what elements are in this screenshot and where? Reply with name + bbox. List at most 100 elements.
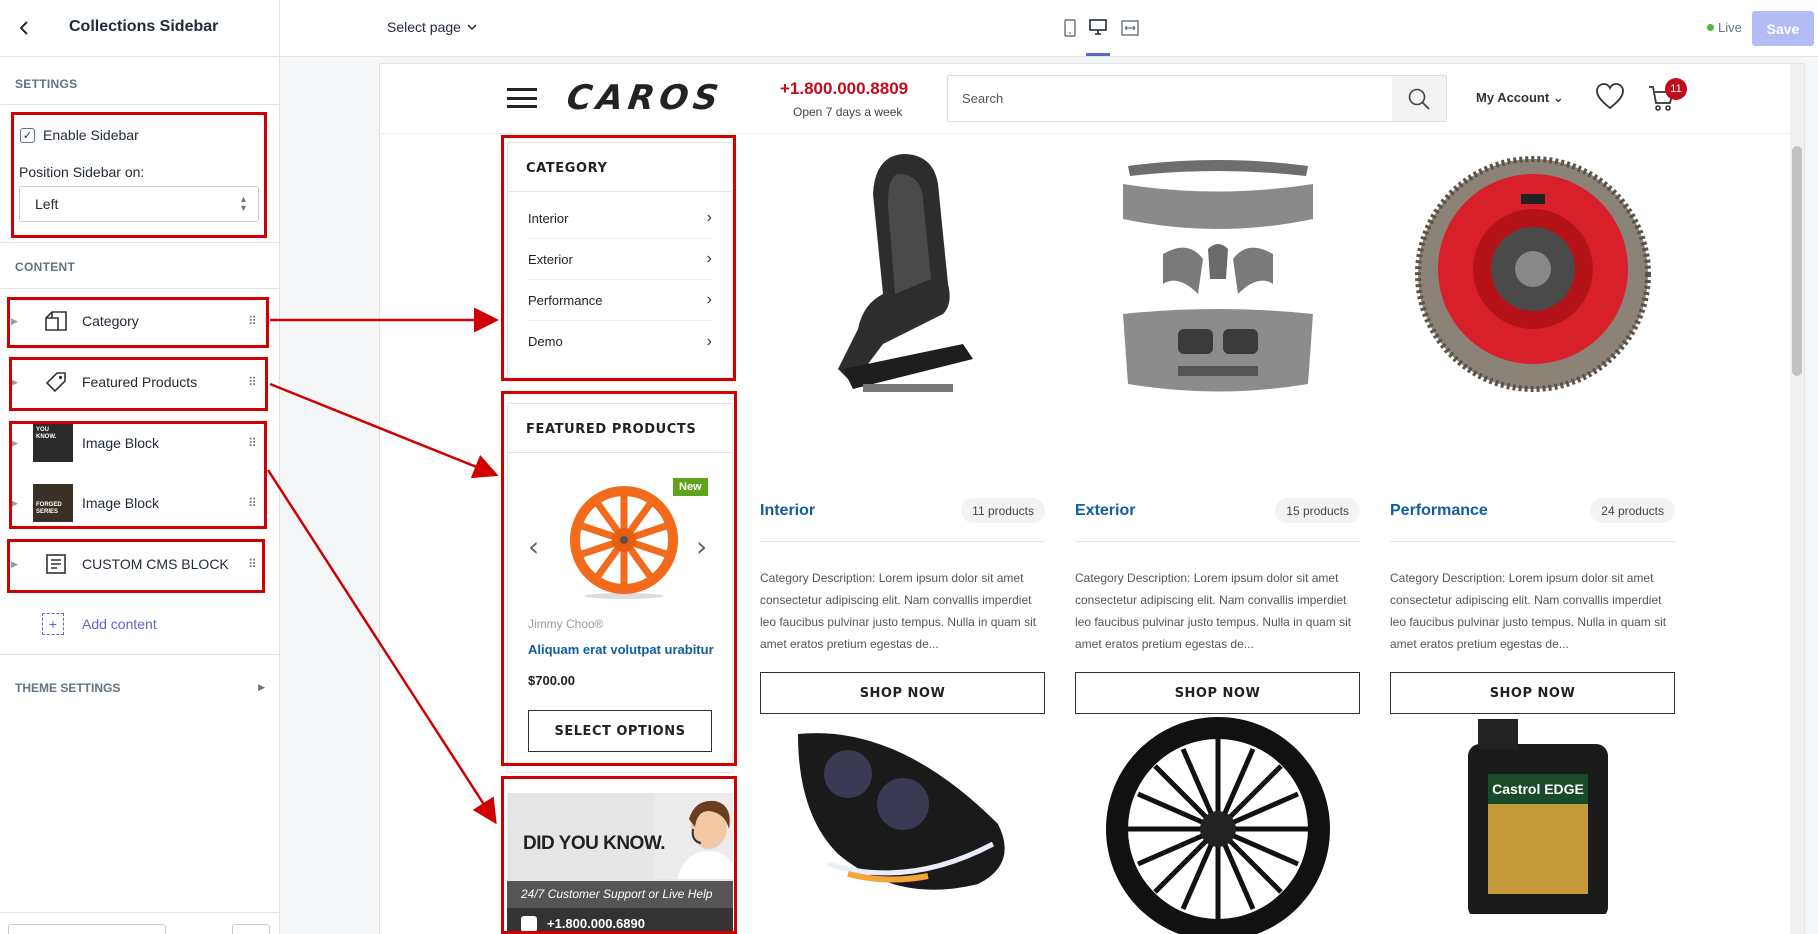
shop-now-button[interactable]: SHOP NOW — [1075, 672, 1360, 714]
preview-scrollbar[interactable] — [1790, 64, 1804, 934]
enable-sidebar-checkbox[interactable]: ✓ Enable Sidebar — [20, 127, 139, 143]
divider — [0, 242, 280, 243]
content-item-featured-products[interactable]: ▶ Featured Products ⠿ — [0, 352, 280, 412]
collection-count: 24 products — [1590, 498, 1675, 523]
expand-triangle-icon[interactable]: ▶ — [11, 559, 18, 570]
category-item[interactable]: Demo › — [528, 321, 712, 362]
drag-handle-icon[interactable]: ⠿ — [248, 497, 257, 509]
drag-handle-icon[interactable]: ⠿ — [248, 376, 257, 388]
content-item-image-block[interactable]: ▶ FORGED SERIES Image Block ⠿ — [0, 473, 280, 533]
content-item-category[interactable]: ▶ Category ⠿ — [0, 291, 280, 351]
editor-topbar: Select page Live Save — [280, 0, 1818, 57]
back-arrow-icon[interactable] — [12, 16, 36, 40]
content-item-label: Featured Products — [82, 374, 198, 390]
search-input[interactable] — [948, 76, 1393, 121]
search-button[interactable] — [1392, 76, 1446, 121]
theme-settings-heading: THEME SETTINGS — [15, 681, 121, 695]
select-page-dropdown[interactable]: Select page — [387, 19, 477, 35]
category-list: Interior › Exterior › Performance › Demo › — [508, 192, 732, 362]
thumb-text: YOU KNOW. — [33, 424, 73, 462]
scrollbar-thumb[interactable] — [1792, 146, 1802, 376]
collection-name[interactable]: Exterior — [1075, 502, 1135, 520]
collection-count: 15 products — [1275, 498, 1360, 523]
collection-image[interactable]: Castrol EDGE — [1390, 714, 1675, 934]
select-options-button[interactable]: SELECT OPTIONS — [528, 710, 712, 752]
category-item[interactable]: Interior › — [528, 198, 712, 239]
wheel-product-image[interactable] — [566, 484, 682, 600]
category-item[interactable]: Exterior › — [528, 239, 712, 280]
expand-triangle-icon[interactable]: ▶ — [11, 498, 18, 509]
desktop-icon[interactable] — [1086, 16, 1110, 56]
sidebar-title: Collections Sidebar — [69, 18, 219, 35]
image-thumbnail: FORGED SERIES — [33, 484, 73, 522]
drag-handle-icon[interactable]: ⠿ — [248, 315, 257, 327]
chevron-down-icon: ⌄ — [1552, 90, 1564, 105]
add-content-button[interactable]: + Add content — [42, 613, 157, 635]
mobile-icon[interactable] — [1058, 16, 1082, 40]
expand-triangle-icon[interactable]: ▶ — [11, 438, 18, 449]
carousel-next-icon[interactable]: › — [696, 530, 707, 563]
divider — [760, 541, 1045, 542]
chevron-down-icon — [467, 24, 477, 30]
product-name-link[interactable]: Aliquam erat volutpat urabitur — [528, 642, 718, 657]
collection-name[interactable]: Performance — [1390, 502, 1488, 520]
collection-image[interactable] — [1390, 134, 1675, 414]
castrol-oil-image: Castrol EDGE — [1467, 719, 1608, 914]
live-dot-icon — [1707, 24, 1714, 31]
my-account-menu[interactable]: My Account ⌄ — [1476, 90, 1564, 106]
category-icon — [40, 305, 72, 337]
thumb-text: FORGED SERIES — [33, 484, 73, 522]
category-widget-title: CATEGORY — [508, 143, 732, 192]
shop-now-button[interactable]: SHOP NOW — [1390, 672, 1675, 714]
content-item-custom-cms-block[interactable]: ▶ CUSTOM CMS BLOCK ⠿ — [0, 534, 280, 594]
featured-widget-title: FEATURED PRODUCTS — [508, 404, 732, 453]
divider — [1390, 541, 1675, 542]
headlight-image — [797, 733, 1005, 890]
collection-image[interactable] — [760, 134, 1045, 414]
hamburger-menu-icon[interactable] — [507, 88, 537, 108]
divider — [0, 654, 280, 655]
carousel-prev-icon[interactable]: ‹ — [528, 530, 539, 563]
clutch-kit-image — [1414, 156, 1651, 392]
collection-name[interactable]: Interior — [760, 502, 815, 520]
save-button[interactable]: Save — [1752, 11, 1814, 46]
shop-now-button[interactable]: SHOP NOW — [760, 672, 1045, 714]
collection-image[interactable] — [1075, 714, 1360, 934]
chevron-right-icon: › — [706, 291, 712, 308]
drag-handle-icon[interactable]: ⠿ — [248, 437, 257, 449]
add-plus-icon: + — [42, 613, 64, 635]
bottom-button[interactable] — [232, 924, 270, 934]
body-kit-image — [1122, 160, 1313, 392]
product-price: $700.00 — [528, 673, 575, 688]
fullscreen-icon[interactable] — [1118, 16, 1142, 40]
header-hours: Open 7 days a week — [793, 105, 903, 119]
position-label: Position Sidebar on: — [19, 164, 145, 180]
cart-count-badge: 11 — [1665, 78, 1687, 100]
site-logo[interactable]: CAROS — [564, 78, 725, 118]
bottom-field[interactable] — [8, 924, 166, 934]
support-agent-image — [655, 793, 733, 879]
theme-settings-row[interactable]: THEME SETTINGS ▶ — [15, 681, 265, 695]
category-item[interactable]: Performance › — [528, 280, 712, 321]
expand-triangle-icon[interactable]: ▶ — [11, 316, 18, 327]
did-you-know-banner[interactable]: DID YOU KNOW. 24/7 Customer Support or L… — [507, 793, 733, 934]
collection-count: 11 products — [961, 498, 1045, 523]
content-item-image-block[interactable]: ▶ YOU KNOW. Image Block ⠿ — [0, 413, 280, 473]
sidebar-header: Collections Sidebar — [0, 0, 279, 57]
drag-handle-icon[interactable]: ⠿ — [248, 558, 257, 570]
chevron-right-icon: › — [706, 332, 712, 350]
store-preview: CAROS +1.800.000.8809 Open 7 days a week… — [380, 64, 1804, 934]
header-phone[interactable]: +1.800.000.8809 — [780, 79, 908, 99]
position-select[interactable]: Left ▴ ▾ — [19, 186, 259, 222]
search-bar — [947, 75, 1447, 122]
phone-icon — [521, 916, 537, 932]
expand-triangle-icon[interactable]: ▶ — [11, 377, 18, 388]
wishlist-heart-icon[interactable] — [1595, 82, 1625, 115]
collection-image[interactable] — [760, 714, 1045, 934]
collection-description: Category Description: Lorem ipsum dolor … — [1075, 571, 1352, 651]
collection-image[interactable] — [1075, 134, 1360, 414]
live-label: Live — [1718, 20, 1742, 35]
checkbox-check-icon[interactable]: ✓ — [20, 127, 35, 143]
product-brand[interactable]: Jimmy Choo® — [528, 617, 604, 631]
divider — [0, 104, 280, 105]
